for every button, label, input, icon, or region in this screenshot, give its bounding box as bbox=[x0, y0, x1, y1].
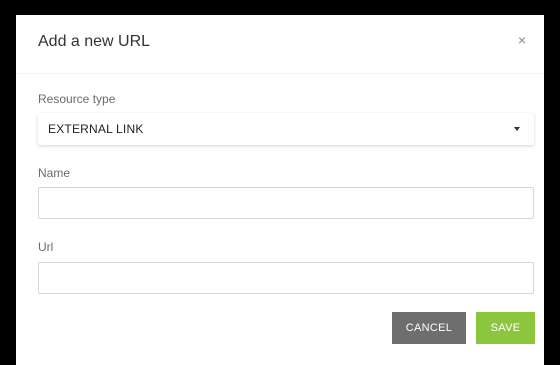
cancel-button[interactable]: CANCEL bbox=[392, 312, 466, 344]
resource-type-value: EXTERNAL LINK bbox=[48, 122, 144, 136]
save-button[interactable]: SAVE bbox=[476, 312, 535, 344]
dialog-title: Add a new URL bbox=[38, 33, 151, 50]
caret-down-icon bbox=[514, 127, 520, 131]
header-divider bbox=[16, 73, 544, 74]
close-icon[interactable]: × bbox=[518, 33, 526, 47]
resource-type-select[interactable]: EXTERNAL LINK bbox=[38, 113, 534, 145]
name-input[interactable] bbox=[38, 187, 534, 219]
resource-type-label: Resource type bbox=[38, 92, 116, 106]
url-label: Url bbox=[38, 240, 54, 254]
add-url-dialog: Add a new URL × Resource type EXTERNAL L… bbox=[16, 15, 544, 365]
name-label: Name bbox=[38, 166, 71, 180]
url-input[interactable] bbox=[38, 262, 534, 294]
